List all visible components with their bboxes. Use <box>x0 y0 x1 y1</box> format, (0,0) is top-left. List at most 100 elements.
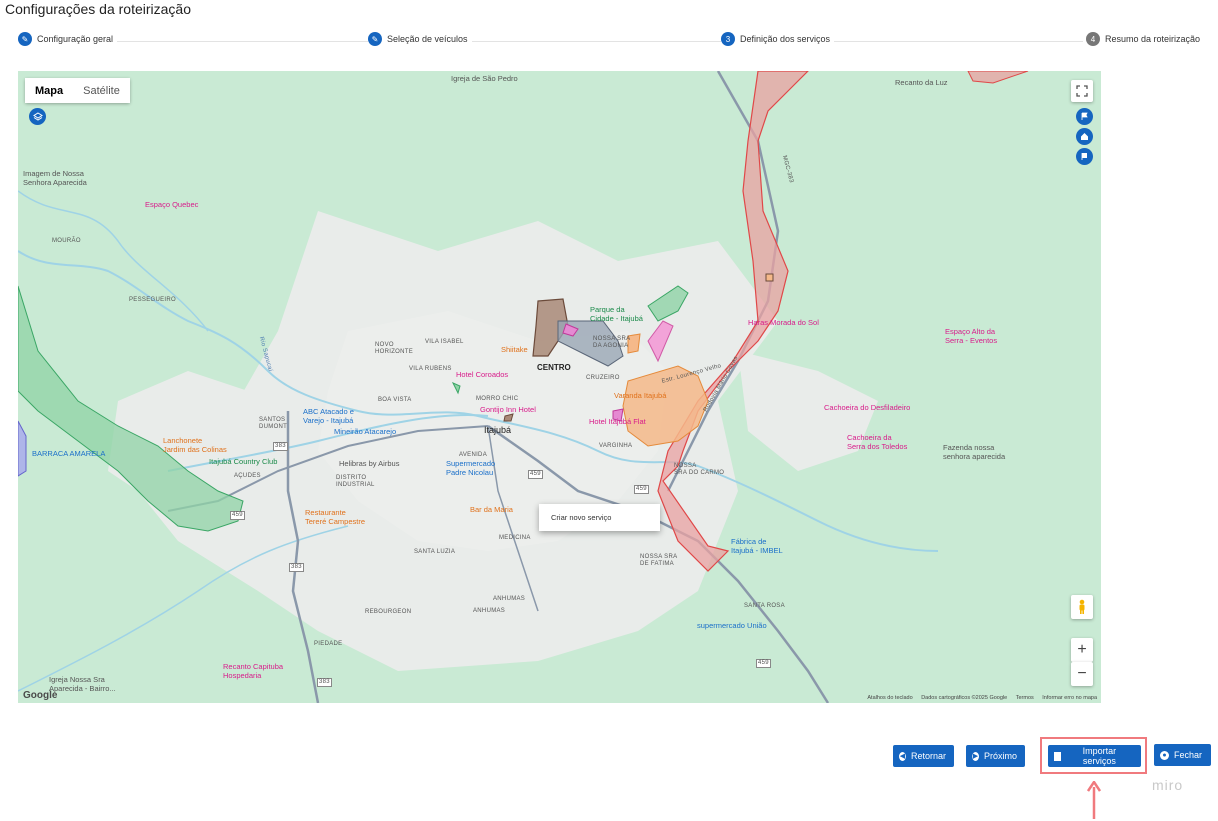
report-error-link[interactable]: Informar erro no mapa <box>1042 695 1097 701</box>
map-type-map-button[interactable]: Mapa <box>25 78 74 103</box>
back-label: Retornar <box>910 751 946 761</box>
finish-flag-icon[interactable] <box>1076 148 1093 165</box>
step-number: 3 <box>721 32 735 46</box>
step-connector <box>468 41 723 42</box>
place-bar-da-maria[interactable]: Bar da Maria <box>470 505 513 515</box>
step-connector <box>833 41 1083 42</box>
road-shield: 383 <box>317 678 332 687</box>
back-button[interactable]: ◀ Retornar <box>893 745 954 767</box>
arrow-left-icon: ◀ <box>899 751 906 761</box>
place-cachoeira-toledos[interactable]: Cachoeira da Serra dos Toledos <box>847 433 907 451</box>
place-restaurante-terere[interactable]: Restaurante Tereré Campestre <box>305 508 365 526</box>
keyboard-shortcuts-link[interactable]: Atalhos do teclado <box>867 695 912 701</box>
area-mourao: MOURÃO <box>52 238 81 244</box>
step-label: Configuração geral <box>37 34 114 44</box>
fullscreen-button[interactable] <box>1071 80 1093 102</box>
area-rebourgeon: REBOURGEON <box>365 609 412 615</box>
area-medicina: MEDICINA <box>499 535 531 541</box>
place-barraca-amarela[interactable]: BARRACA AMARELA <box>32 449 105 459</box>
stepper: ✎ Configuração geral ✎ Seleção de veícul… <box>18 32 1205 50</box>
place-supermercado-padre-nicolau[interactable]: Supermercado Padre Nicolau <box>446 459 495 477</box>
step-connector <box>113 41 368 42</box>
create-service-menu-item[interactable]: Criar novo serviço <box>551 513 611 522</box>
road-shield: 459 <box>528 470 543 479</box>
area-centro: CENTRO <box>537 363 571 372</box>
area-vila-isabel: VILA ISABEL <box>425 339 464 345</box>
step-number: 4 <box>1086 32 1100 46</box>
step-definicao-servicos[interactable]: 3 Definição dos serviços <box>721 32 835 46</box>
place-varanda-itajuba[interactable]: Varanda Itajubá <box>614 391 666 401</box>
place-recanto-luz[interactable]: Recanto da Luz <box>895 78 948 88</box>
pencil-icon: ✎ <box>18 32 32 46</box>
place-igreja-sao-pedro[interactable]: Igreja de São Pedro <box>451 74 518 84</box>
step-label: Resumo da roteirização <box>1105 34 1201 44</box>
place-recanto-capituba[interactable]: Recanto Capituba Hospedaria <box>223 662 283 680</box>
area-nossa-sra-carmo: NOSSA SRA DO CARMO <box>674 463 725 476</box>
pencil-icon: ✎ <box>368 32 382 46</box>
place-mineirao-atacarejo[interactable]: Mineirão Atacarejo <box>334 427 396 437</box>
place-helibras[interactable]: Helibras by Airbus <box>339 459 399 469</box>
home-icon[interactable] <box>1076 128 1093 145</box>
close-icon: ● <box>1160 750 1169 760</box>
area-anhumas: ANHUMAS <box>493 596 526 602</box>
place-hotel-coroados[interactable]: Hotel Coroados <box>456 370 508 380</box>
layers-icon[interactable] <box>29 108 46 125</box>
road-shield: 459 <box>756 659 771 668</box>
place-haras-morada-sol[interactable]: Haras Morada do Sol <box>748 318 819 328</box>
flag-icon[interactable] <box>1076 108 1093 125</box>
area-morro-chic: MORRO CHIC <box>476 396 519 402</box>
next-label: Próximo <box>983 751 1017 761</box>
area-cruzeiro: CRUZEIRO <box>586 375 620 381</box>
place-igreja-aparecida[interactable]: Igreja Nossa Sra Aparecida - Bairro... <box>49 675 116 693</box>
road-shield: 383 <box>273 442 288 451</box>
highlight-annotation <box>1040 737 1147 774</box>
place-cachoeira-desfiladeiro[interactable]: Cachoeira do Desfiladeiro <box>824 403 910 413</box>
arrow-right-icon: ▶ <box>972 751 979 761</box>
context-menu: Criar novo serviço <box>539 504 660 531</box>
area-nossa-sra-agonia: NOSSA SRA DA AGONIA <box>593 336 631 349</box>
area-boa-vista: BOA VISTA <box>378 397 412 403</box>
place-fabrica-imbel[interactable]: Fábrica de Itajubá - IMBEL <box>731 537 783 555</box>
step-resumo[interactable]: 4 Resumo da roteirização <box>1086 32 1205 46</box>
place-itajuba-country-club[interactable]: Itajubá Country Club <box>209 457 277 467</box>
map-type-toggle: Mapa Satélite <box>25 78 130 103</box>
next-button[interactable]: ▶ Próximo <box>966 745 1025 767</box>
close-button[interactable]: ● Fechar <box>1154 744 1211 766</box>
place-shiitake[interactable]: Shiitake <box>501 345 528 355</box>
step-selecao-veiculos[interactable]: ✎ Seleção de veículos <box>368 32 472 46</box>
road-shield: 459 <box>230 511 245 520</box>
step-label: Seleção de veículos <box>387 34 468 44</box>
street-view-button[interactable] <box>1071 595 1093 619</box>
miro-watermark: miro <box>1152 777 1184 793</box>
road-shield: 459 <box>634 485 649 494</box>
google-logo: Google <box>23 690 58 701</box>
zoom-out-button[interactable]: − <box>1071 662 1093 686</box>
map-type-satellite-button[interactable]: Satélite <box>73 78 130 103</box>
area-santos-dumont: SANTOS DUMONT <box>259 417 288 430</box>
area-varginha: VARGINHA <box>599 443 633 449</box>
place-lanchonete[interactable]: Lanchonete Jardim das Colinas <box>163 436 227 454</box>
zoom-in-button[interactable]: + <box>1071 638 1093 662</box>
page-title: Configurações da roteirização <box>5 1 191 17</box>
area-nossa-sra-fatima: NOSSA SRA DE FATIMA <box>640 554 678 567</box>
area-piedade: PIEDADE <box>314 641 343 647</box>
step-configuracao-geral[interactable]: ✎ Configuração geral <box>18 32 118 46</box>
area-avenida: AVENIDA <box>459 452 487 458</box>
pegman-icon <box>1079 599 1085 614</box>
terms-link[interactable]: Termos <box>1016 695 1034 701</box>
place-fazenda[interactable]: Fazenda nossa senhora aparecida <box>943 443 1005 461</box>
annotation-arrow-icon <box>1087 781 1101 819</box>
place-abc-atacado[interactable]: ABC Atacado e Varejo - Itajubá <box>303 407 354 425</box>
close-label: Fechar <box>1174 750 1203 760</box>
place-hotel-itajuba-flat[interactable]: Hotel Itajubá Flat <box>589 417 646 427</box>
place-espaco-quebec[interactable]: Espaço Quebec <box>145 200 198 210</box>
map-data-label: Dados cartográficos ©2025 Google <box>921 695 1008 701</box>
place-gontijo-inn[interactable]: Gontijo Inn Hotel <box>480 405 536 415</box>
place-parque-cidade[interactable]: Parque da Cidade - Itajubá <box>590 305 643 323</box>
place-espaco-alto-serra[interactable]: Espaço Alto da Serra - Eventos <box>945 327 997 345</box>
map-tiles <box>18 71 1101 703</box>
place-imagem-nossa-senhora[interactable]: Imagem de Nossa Senhora Aparecida <box>23 169 87 187</box>
map-canvas[interactable]: Mapa Satélite + − Igreja de São Pedro Re… <box>18 71 1101 703</box>
place-supermercado-uniao[interactable]: supermercado União <box>697 621 767 631</box>
area-vila-rubens: VILA RUBENS <box>409 366 452 372</box>
